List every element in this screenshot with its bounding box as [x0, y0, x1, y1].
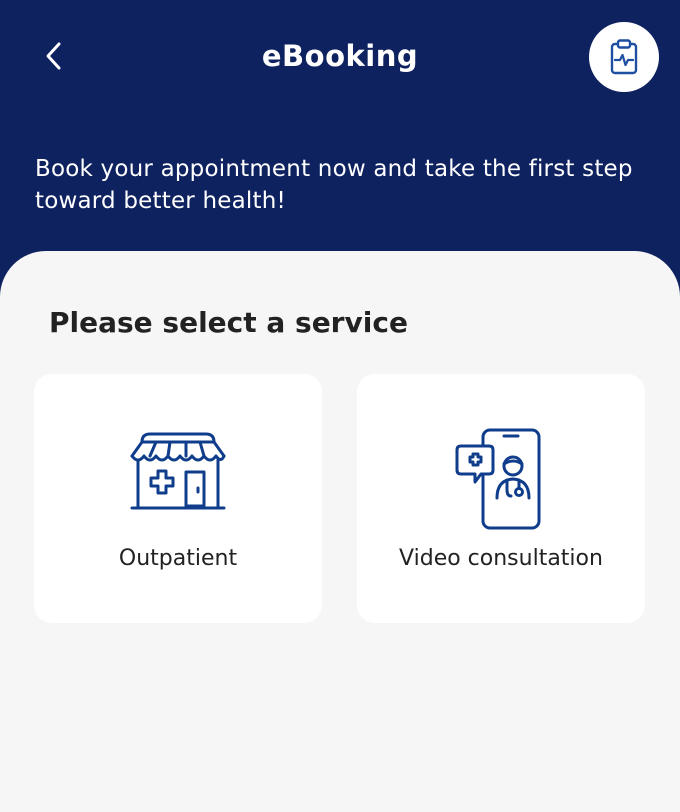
phone-doctor-icon: [455, 428, 541, 530]
tagline: Book your appointment now and take the f…: [35, 156, 633, 214]
service-label: Outpatient: [118, 546, 238, 571]
service-label: Video consultation: [399, 546, 603, 571]
header: eBooking Book your appointment now and t…: [0, 0, 680, 290]
service-card-outpatient[interactable]: Outpatient: [34, 374, 322, 623]
clinic-storefront-icon: [130, 432, 226, 510]
clipboard-pulse-icon: [610, 39, 638, 75]
service-card-video-consultation[interactable]: Video consultation: [357, 374, 645, 623]
page-title: eBooking: [261, 39, 419, 73]
service-sheet: Please select a service Outpatient Video…: [0, 251, 680, 812]
section-title: Please select a service: [49, 306, 408, 339]
medical-records-button[interactable]: [589, 22, 659, 92]
